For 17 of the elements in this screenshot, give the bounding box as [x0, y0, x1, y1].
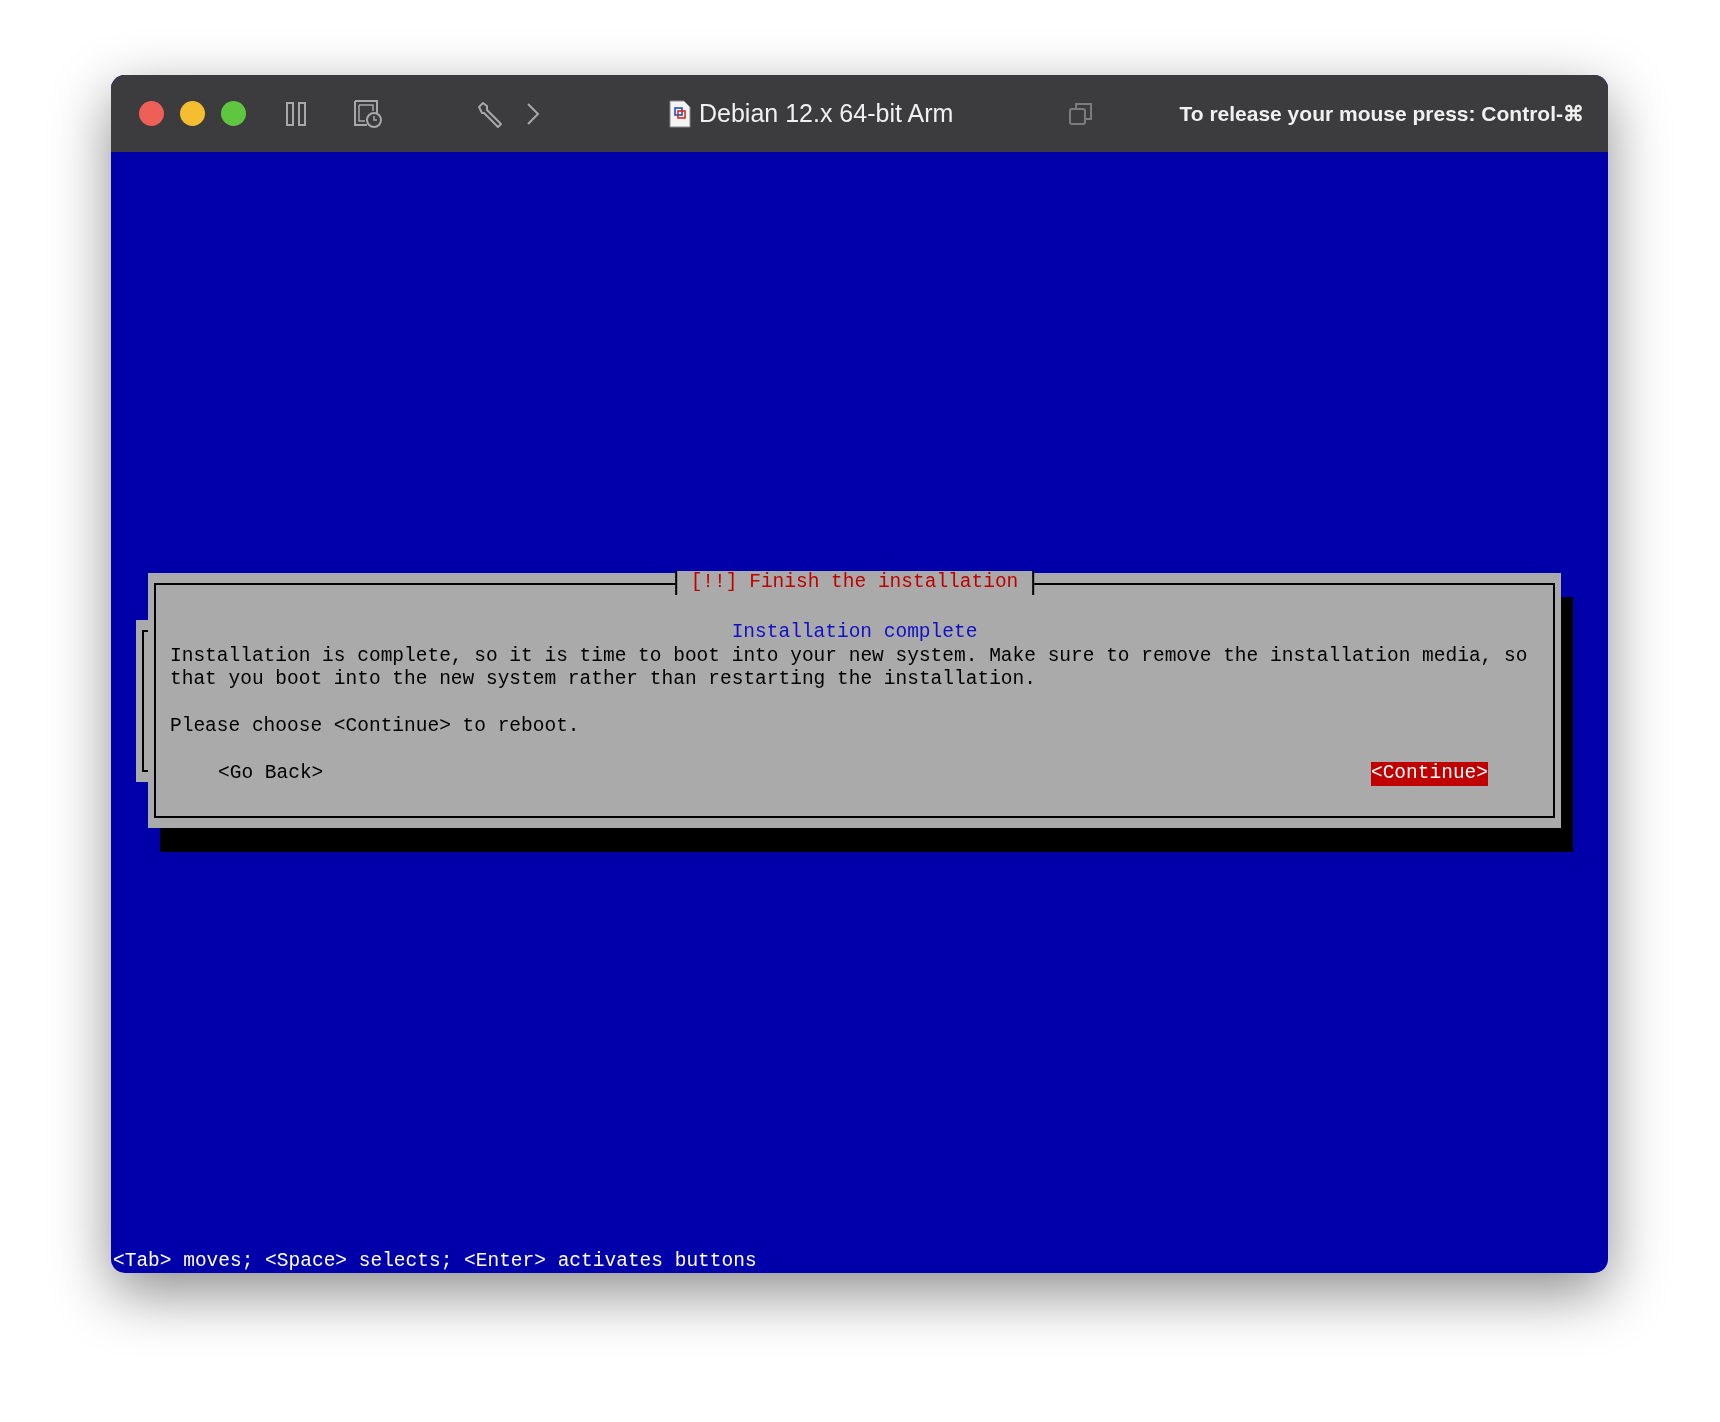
dialog-button[interactable]: <Continue> — [1370, 762, 1488, 786]
message-text: Installation is complete, so it is time to boot into your new system. Make sure to remove the installation media, so that you boot into the new system rather than restarting the installation. — [170, 644, 1529, 692]
pause-icon[interactable] — [285, 100, 307, 127]
minimize-button[interactable] — [180, 101, 205, 126]
window-title: Debian 12.x 64-bit Arm — [699, 97, 954, 129]
document-icon — [669, 99, 691, 128]
prompt-text: Please choose <Continue> to reboot. — [170, 715, 581, 739]
copy-icon[interactable] — [1068, 100, 1095, 127]
zoom-button[interactable] — [221, 101, 246, 126]
key-help-text: <Tab> moves; <Space> selects; <Enter> activates buttons — [113, 1249, 757, 1273]
dialog-subtitle: Installation complete — [730, 621, 979, 645]
chevron-right-icon[interactable] — [525, 100, 541, 127]
dialog-button[interactable]: <Go Back> — [218, 762, 324, 786]
close-button[interactable] — [139, 101, 164, 126]
release-mouse-hint: To release your mouse press: Control-⌘ — [1179, 100, 1584, 127]
dialog-title: [!!] Finish the installation — [674, 571, 1035, 595]
snapshot-icon[interactable] — [353, 98, 383, 129]
